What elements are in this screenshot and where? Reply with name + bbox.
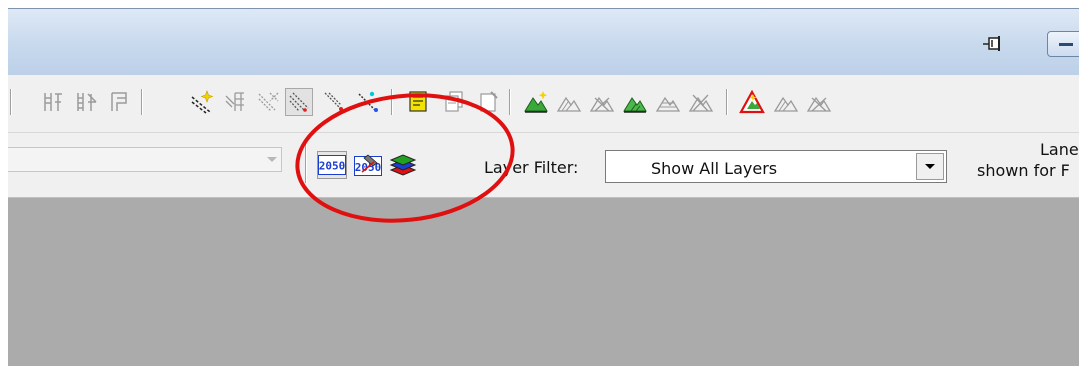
layers-button[interactable]	[388, 151, 418, 179]
mountain-cross-icon	[806, 96, 832, 112]
minimize-icon	[1059, 43, 1073, 46]
line-cross-icon	[258, 92, 279, 112]
mountain-cross-icon	[589, 96, 615, 112]
left-combo-dropdown-button[interactable]	[262, 148, 281, 171]
document-yellow-button[interactable]	[405, 88, 433, 116]
mountain-x-icon	[688, 94, 714, 112]
document-stack-button[interactable]	[440, 88, 468, 116]
toolbar-separator	[509, 89, 510, 115]
layer-filter-value: Show All Layers	[651, 159, 778, 178]
layer-filter-label: Layer Filter:	[484, 158, 579, 177]
mountain-green-button[interactable]	[621, 88, 649, 116]
pin-icon	[983, 36, 1000, 51]
lane-info-line2: shown for F	[977, 161, 1070, 180]
line-grid-button[interactable]	[221, 88, 249, 116]
diagonal-cyan-icon	[358, 91, 378, 112]
document-corner-button[interactable]	[475, 88, 503, 116]
toolbar-separator	[141, 89, 142, 115]
ladder-double-icon	[77, 93, 97, 111]
mountain-grid-button[interactable]	[654, 88, 682, 116]
toolbar-separator	[726, 89, 727, 115]
warning-sign-button[interactable]	[738, 88, 766, 116]
mountain-cross-button[interactable]	[588, 88, 616, 116]
document-corner-icon	[480, 91, 498, 112]
ladder-icon	[44, 93, 62, 111]
toolbar-separator	[305, 143, 306, 183]
toolbar-separator	[391, 89, 392, 115]
year-2050-label: 2050	[319, 160, 346, 173]
mountain-x-button[interactable]	[687, 88, 715, 116]
minimize-button[interactable]	[1047, 31, 1079, 57]
diagonal-lines-button[interactable]	[285, 88, 313, 116]
mountain-green-icon	[623, 97, 647, 113]
pin-button[interactable]	[983, 35, 1003, 53]
ladder-frame-icon	[111, 92, 127, 111]
lane-info-text: Lane-B shown for F	[965, 139, 1079, 181]
layers-icon	[389, 154, 417, 176]
document-yellow-icon	[409, 91, 427, 112]
warning-sign-icon	[739, 90, 765, 114]
layer-filter-select[interactable]: Show All Layers	[605, 150, 947, 183]
mountain-grid-icon	[655, 96, 681, 112]
mountain-outline-icon	[556, 96, 582, 112]
layer-filter-dropdown-button[interactable]	[916, 153, 944, 180]
ladder-button[interactable]	[39, 88, 67, 116]
chevron-down-icon	[266, 157, 277, 162]
mountain-sparkle-button[interactable]	[522, 88, 550, 116]
ladder-frame-button[interactable]	[105, 88, 133, 116]
app-window: 2050 2050 Layer Filter: Show All Layers	[8, 8, 1079, 366]
document-stack-icon	[445, 91, 463, 112]
line-cross-button[interactable]	[254, 88, 282, 116]
mountain-cross-button-2[interactable]	[805, 88, 833, 116]
year-2050-button[interactable]: 2050	[317, 151, 347, 179]
mountain-outline-button[interactable]	[555, 88, 583, 116]
year-edit-icon: 2050	[354, 154, 382, 176]
toolbar-separator	[10, 89, 11, 115]
line-grid-icon	[225, 92, 244, 111]
diagonal-lines-icon	[289, 92, 309, 112]
mountain-sparkle-icon	[524, 91, 548, 113]
diagonal-dots-icon	[324, 92, 343, 111]
secondary-toolbar: 2050 2050 Layer Filter: Show All Layers	[8, 133, 1079, 198]
left-combo-box[interactable]	[8, 147, 282, 172]
ladder-double-button[interactable]	[73, 88, 101, 116]
main-toolbar	[8, 75, 1079, 133]
line-sparkle-button[interactable]	[188, 88, 216, 116]
mountain-outline-icon	[773, 96, 799, 112]
title-bar	[8, 8, 1079, 75]
diagonal-dots-button[interactable]	[320, 88, 348, 116]
line-sparkle-icon	[191, 90, 214, 114]
chevron-down-icon	[925, 164, 935, 169]
year-edit-button[interactable]: 2050	[353, 151, 383, 179]
diagonal-cyan-button[interactable]	[354, 88, 382, 116]
year-2050-icon: 2050	[318, 155, 346, 175]
mountain-outline-button-2[interactable]	[772, 88, 800, 116]
lane-info-line1: Lane-B	[1040, 140, 1079, 159]
